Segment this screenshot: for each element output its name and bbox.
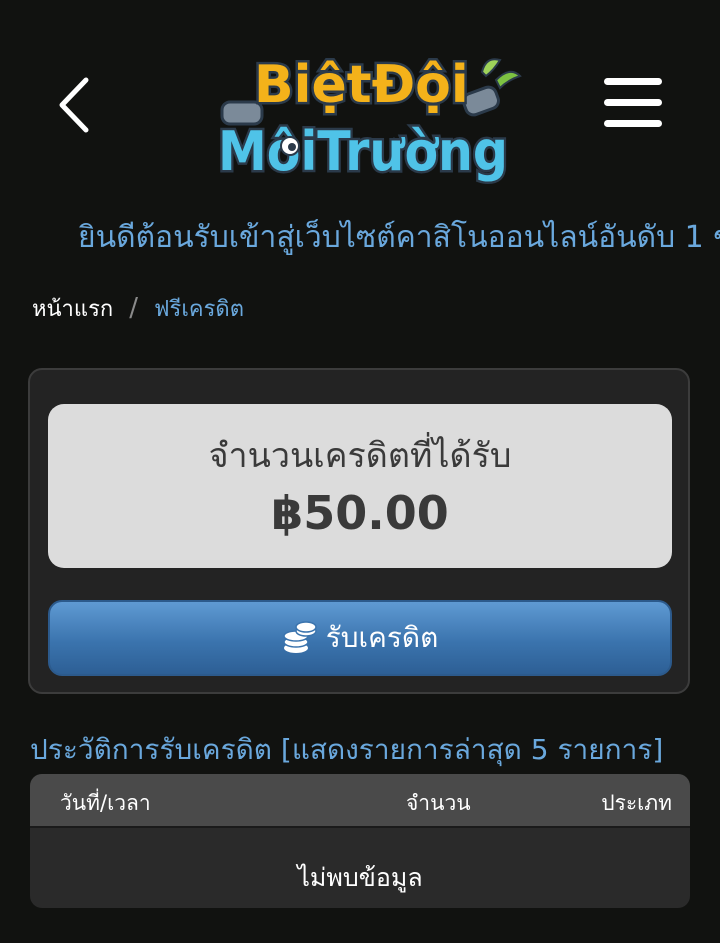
- logo-line-2: MôiTrường: [218, 120, 508, 183]
- breadcrumb: หน้าแรก / ฟรีเครดิต: [32, 288, 244, 328]
- credit-amount: ฿50.00: [271, 486, 449, 540]
- column-header-type: ประเภท: [601, 791, 672, 815]
- column-header-datetime: วันที่/เวลา: [60, 791, 151, 815]
- claim-credit-button[interactable]: รับเครดิต: [48, 600, 672, 676]
- site-logo[interactable]: BiệtĐội MôiTrường: [214, 42, 524, 192]
- history-title: ประวัติการรับเครดิต [แสดงรายการล่าสุด 5 …: [30, 733, 664, 766]
- chevron-left-icon: [59, 77, 89, 133]
- credit-label: จำนวนเครดิตที่ได้รับ: [208, 436, 512, 476]
- logo-line-1: BiệtĐội: [254, 55, 469, 115]
- back-button[interactable]: [52, 72, 102, 138]
- column-header-amount: จำนวน: [406, 791, 471, 815]
- breadcrumb-home-link[interactable]: หน้าแรก: [32, 291, 113, 326]
- table-empty-message: ไม่พบข้อมูล: [297, 863, 423, 892]
- hamburger-menu-icon: [604, 78, 662, 127]
- coins-icon: [282, 621, 317, 653]
- history-table: วันที่/เวลา จำนวน ประเภท ไม่พบข้อมูล: [30, 774, 690, 908]
- free-credit-page: BiệtĐội MôiTrường ยินดีต้อนรับเข้าสู่เว็…: [0, 0, 720, 943]
- announcement-marquee: ยินดีต้อนรับเข้าสู่เว็บไซต์คาสิโนออนไลน์…: [0, 206, 720, 258]
- breadcrumb-separator: /: [129, 293, 138, 323]
- credit-card: จำนวนเครดิตที่ได้รับ ฿50.00 รับเครดิต: [28, 368, 690, 694]
- menu-button[interactable]: [600, 76, 666, 130]
- claim-button-label: รับเครดิต: [325, 621, 439, 654]
- logo-graphic: BiệtĐội MôiTrường: [216, 53, 522, 186]
- table-header: วันที่/เวลา จำนวน ประเภท: [30, 774, 690, 828]
- breadcrumb-current: ฟรีเครดิต: [153, 296, 245, 322]
- header: BiệtĐội MôiTrường: [0, 0, 720, 200]
- credit-amount-box: จำนวนเครดิตที่ได้รับ ฿50.00: [48, 404, 672, 568]
- marquee-text: ยินดีต้อนรับเข้าสู่เว็บไซต์คาสิโนออนไลน์…: [78, 220, 720, 255]
